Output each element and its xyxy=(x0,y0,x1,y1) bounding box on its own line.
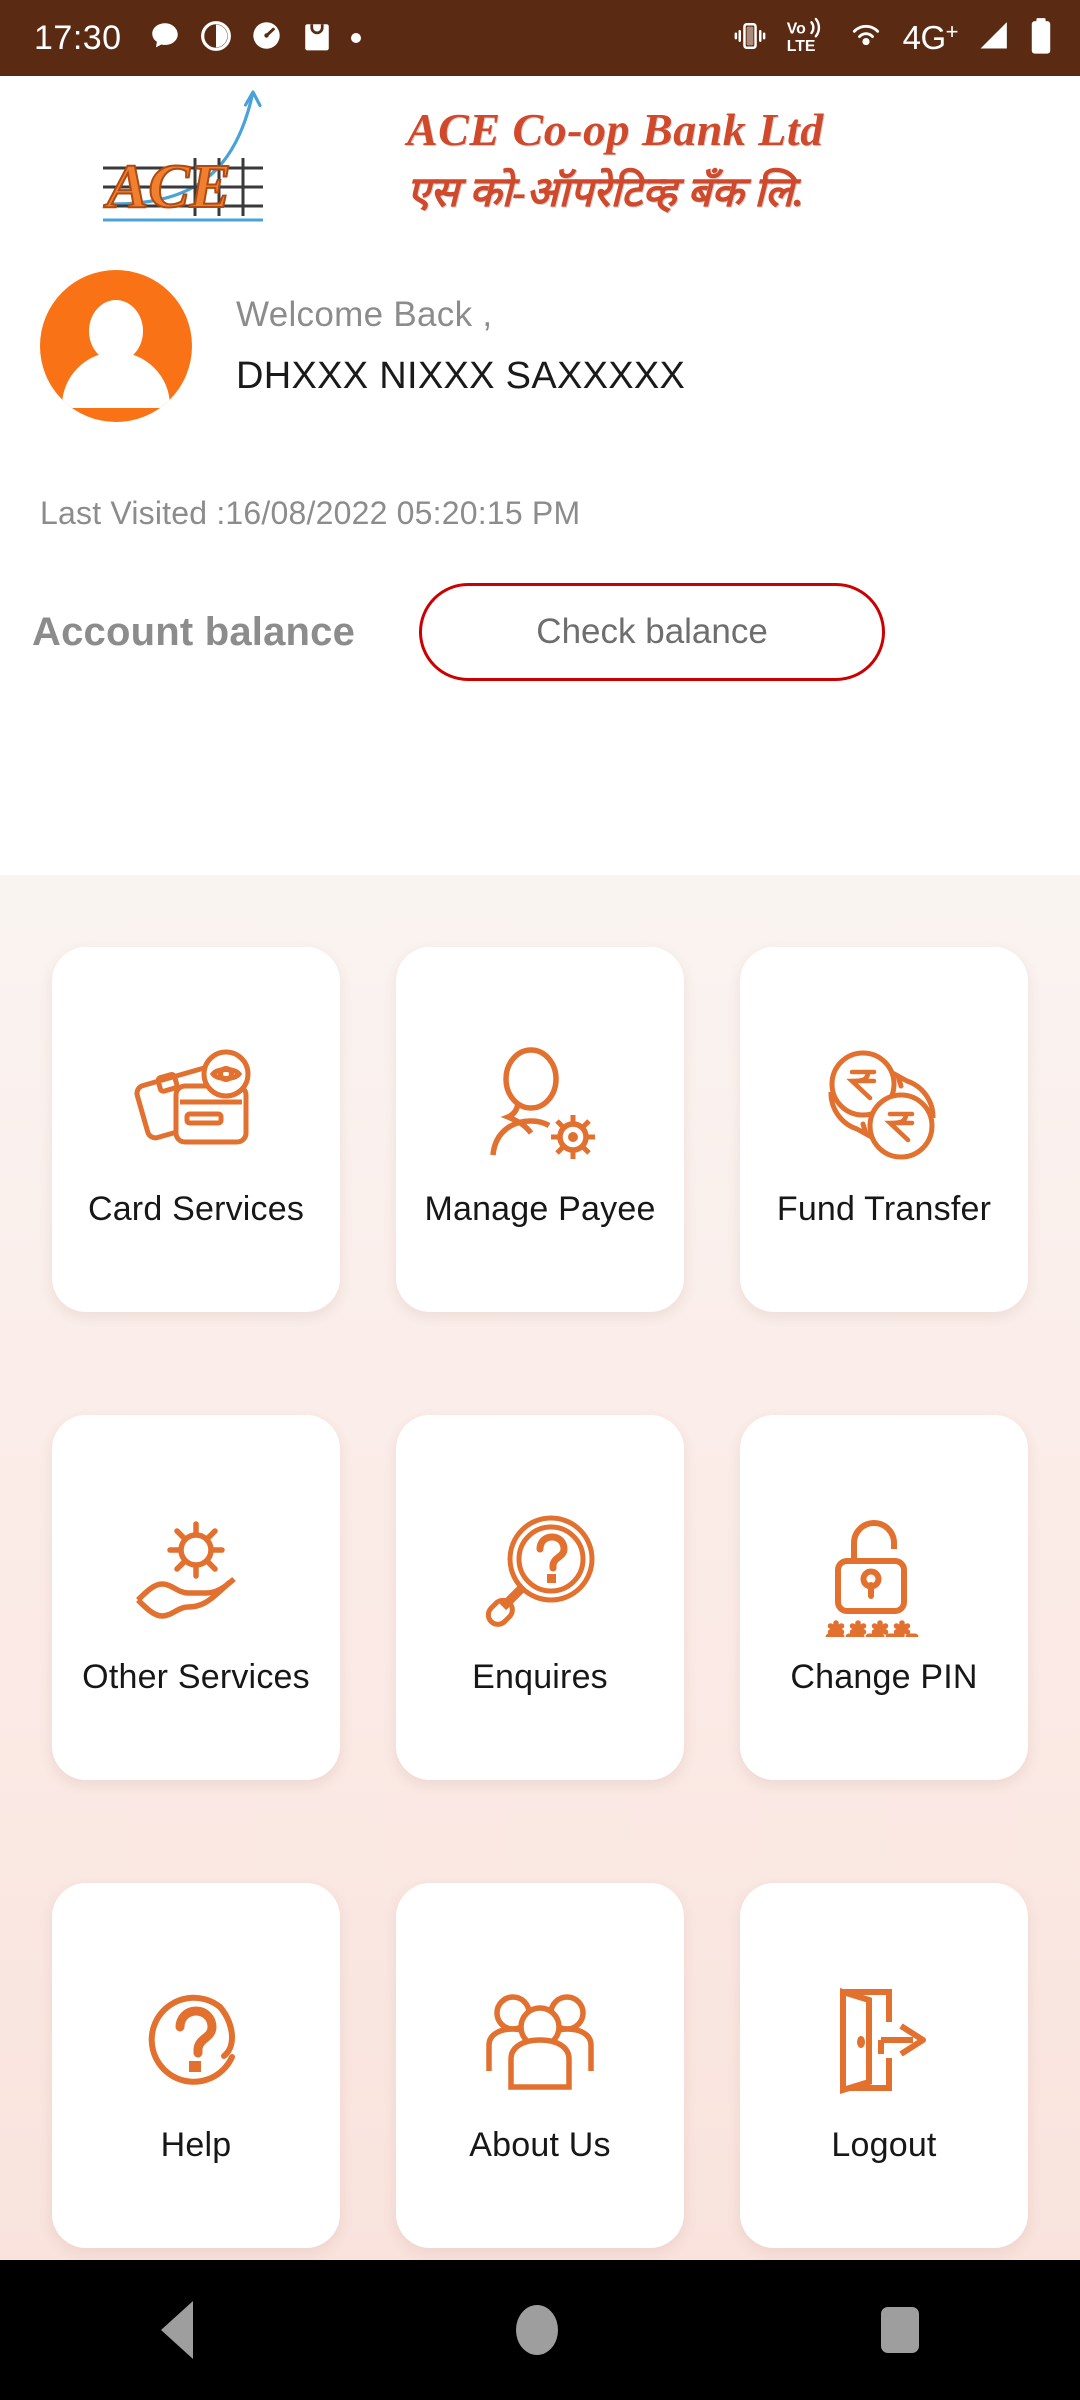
menu-tile-help[interactable]: Help xyxy=(52,1883,340,2248)
menu-tile-label: Card Services xyxy=(87,1190,305,1228)
chat-bubble-icon xyxy=(148,19,182,58)
pie-chart-icon xyxy=(200,20,232,57)
hotspot-icon xyxy=(846,18,886,59)
battery-icon xyxy=(1028,17,1054,60)
door-exit-icon xyxy=(825,1966,943,2116)
menu-tile-logout[interactable]: Logout xyxy=(740,1883,1028,2248)
menu-tile-label: Change PIN xyxy=(790,1658,978,1696)
welcome-greeting: Welcome Back , xyxy=(236,294,493,334)
home-circle-icon[interactable] xyxy=(515,2305,558,2355)
menu-tile-label: Logout xyxy=(831,2126,937,2164)
menu-tile-label: Manage Payee xyxy=(424,1190,656,1228)
menu-tile-manage-payee[interactable]: Manage Payee xyxy=(396,947,684,1312)
menu-tile-label: Fund Transfer xyxy=(776,1190,992,1228)
check-balance-button[interactable]: Check balance xyxy=(419,583,886,681)
open-padlock-asterisks-icon xyxy=(824,1498,944,1648)
logo-ace-wordmark: ACE xyxy=(103,153,231,221)
app-header: ACE ACE Co-op Bank Ltd एस को-ऑपरेटिव्ह ब… xyxy=(0,76,1080,246)
logo-growth-curve-icon: ACE xyxy=(102,90,263,222)
recents-square-icon[interactable] xyxy=(880,2307,919,2353)
android-navigation-bar xyxy=(0,2260,1080,2400)
last-visited-text: Last Visited :16/08/2022 05:20:15 PM xyxy=(40,495,581,531)
menu-tile-enquires[interactable]: Enquires xyxy=(396,1415,684,1780)
bank-name-english: ACE Co-op Bank Ltd xyxy=(407,104,824,155)
menu-tile-about-us[interactable]: About Us xyxy=(396,1883,684,2248)
status-bar-system-icons: Vo LTE 4G + xyxy=(732,17,1054,60)
bank-name-block: ACE Co-op Bank Ltd एस को-ऑपरेटिव्ह बँक ल… xyxy=(407,103,824,219)
hand-gear-icon xyxy=(130,1498,262,1648)
person-gear-icon xyxy=(477,1030,603,1180)
status-bar-clock: 17:30 xyxy=(34,18,122,57)
menu-tile-label: Enquires xyxy=(472,1658,608,1696)
menu-grid: Card Services Manage Payee Fund Transfer… xyxy=(0,947,1080,2248)
menu-tile-change-pin[interactable]: Change PIN xyxy=(740,1415,1028,1780)
volte-top-text: Vo xyxy=(786,20,805,37)
volte-bottom-text: LTE xyxy=(786,38,815,55)
menu-tile-label: Help xyxy=(160,2126,232,2164)
menu-tile-fund-transfer[interactable]: Fund Transfer xyxy=(740,947,1028,1312)
user-avatar-icon xyxy=(40,270,192,422)
welcome-section: Welcome Back , DHXXX NIXXX SAXXXXX xyxy=(0,266,1080,426)
dot-icon xyxy=(350,33,361,43)
menu-panel: Card Services Manage Payee Fund Transfer… xyxy=(0,875,1080,2260)
welcome-text-block: Welcome Back , DHXXX NIXXX SAXXXXX xyxy=(236,295,685,398)
question-circle-icon xyxy=(136,1966,256,2116)
menu-tile-other-services[interactable]: Other Services xyxy=(52,1415,340,1780)
menu-tile-card-services[interactable]: Card Services xyxy=(52,947,340,1312)
menu-tile-label: About Us xyxy=(469,2126,611,2164)
account-balance-section: Account balance Check balance xyxy=(0,572,1080,692)
rupee-coins-transfer-icon xyxy=(821,1030,947,1180)
credit-cards-eye-icon xyxy=(131,1030,261,1180)
back-triangle-icon[interactable] xyxy=(161,2301,194,2359)
magnifier-question-icon xyxy=(477,1498,603,1648)
welcome-user-name: DHXXX NIXXX SAXXXXX xyxy=(236,354,686,397)
volte-icon: Vo LTE xyxy=(785,17,829,60)
status-bar-notification-icons xyxy=(148,19,361,58)
shopping-bag-icon xyxy=(301,19,333,58)
people-group-icon xyxy=(475,1966,605,2116)
avatar-body xyxy=(62,352,170,408)
account-balance-label: Account balance xyxy=(32,609,356,654)
menu-tile-label: Other Services xyxy=(82,1658,310,1696)
speedometer-icon xyxy=(250,19,283,57)
ace-logo-mark: ACE xyxy=(95,86,385,236)
network-4g-plus-label: 4G + xyxy=(902,19,959,56)
signal-bars-icon xyxy=(975,19,1011,58)
status-bar: 17:30 Vo LTE 4G + xyxy=(0,0,1080,76)
bank-name-marathi: एस को-ऑपरेटिव्ह बँक लि. xyxy=(407,170,804,216)
vibrate-icon xyxy=(732,18,768,59)
